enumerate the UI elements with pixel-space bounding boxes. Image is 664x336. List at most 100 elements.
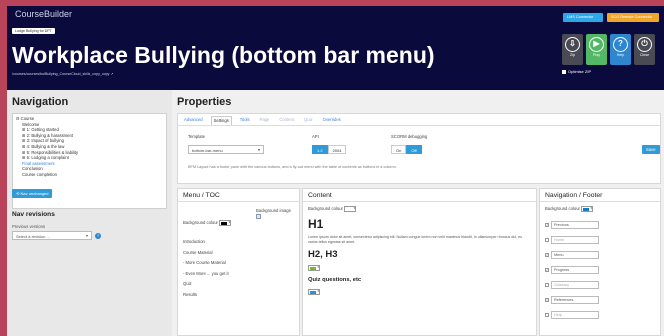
chevron-down-icon: ▾ <box>85 233 88 238</box>
menu-sample-item: Quiz <box>183 281 192 286</box>
template-select[interactable]: bottom-bar-menu ▾ <box>188 145 264 154</box>
close-label: Close <box>639 53 650 57</box>
chevron-down-icon: ▾ <box>257 147 260 152</box>
divider <box>540 201 660 202</box>
content-bg-color-picker[interactable]: ▾ <box>344 206 357 212</box>
remote-connector-button[interactable]: SCO Remote Connector <box>607 13 659 22</box>
app-frame: CourseBuilder Lodge Bullying for DFT Wor… <box>7 6 664 336</box>
bg-image-label: Background image <box>256 208 291 213</box>
footer-button-checkbox[interactable] <box>545 312 549 317</box>
menu-sample-item: - More Course Material <box>183 260 226 265</box>
save-button[interactable]: Save <box>642 145 660 154</box>
close-button[interactable]: ⏻ Close <box>634 34 655 65</box>
divider <box>178 201 299 202</box>
template-select-value: bottom-bar-menu <box>192 148 223 153</box>
tab-overrides[interactable]: Overrides <box>321 116 343 125</box>
menu-toc-panel: Menu / TOC Background colour ▾ Backgroun… <box>177 188 300 336</box>
color-swatch <box>583 208 590 211</box>
color-swatch <box>310 291 316 294</box>
properties-tabs: Advanced Settings Tools Page Content Quiz Over… <box>182 116 343 125</box>
optimise-zip-checkbox[interactable] <box>562 69 566 74</box>
footer-button-label-field[interactable]: Home <box>551 235 599 244</box>
help-button[interactable]: ? Help <box>610 34 631 65</box>
chevron-down-icon: ▾ <box>353 206 356 210</box>
footer-bg-label: Background colour <box>545 206 580 212</box>
play-label: Play <box>593 53 600 57</box>
h1-sample: H1 <box>308 217 324 231</box>
tab-page[interactable]: Page <box>258 116 272 125</box>
play-icon: ▶ <box>589 37 604 52</box>
nav-unchanged-button[interactable]: ⟲ Nav unchanged <box>12 189 53 198</box>
tab-tools[interactable]: Tools <box>238 116 252 125</box>
footer-button-label-field[interactable]: Progress <box>551 265 599 274</box>
menu-sample-item: - Even More ... you get it <box>183 270 229 276</box>
footer-button-checkbox[interactable]: ✓ <box>545 267 549 272</box>
footer-button-checkbox[interactable] <box>545 282 549 287</box>
tree-item[interactable]: Course completion <box>16 172 163 178</box>
tab-settings[interactable]: Settings <box>210 116 232 125</box>
footer-button-label-field[interactable]: Previous <box>551 220 599 229</box>
footer-button-row: Help <box>545 307 599 322</box>
power-icon: ⏻ <box>637 37 652 52</box>
properties-title: Properties <box>177 96 232 108</box>
footer-button-row: ✓ Menu <box>545 247 599 262</box>
quiz-color-row: ▾ <box>308 289 320 295</box>
scorm-toggle: On Off <box>391 145 422 154</box>
main-area: Properties Advanced Settings Tools Page Cont… <box>177 90 664 336</box>
revision-select[interactable]: Select a revision ... ▾ <box>12 231 92 240</box>
content-title: Content <box>308 192 332 199</box>
download-icon: ⇩ <box>565 37 580 52</box>
tab-quiz[interactable]: Quiz <box>302 116 315 125</box>
footer-button-checkbox[interactable]: ✓ <box>545 252 549 257</box>
revision-select-value: Select a revision ... <box>16 234 50 239</box>
footer-bg-color-picker[interactable]: ▾ <box>581 206 594 212</box>
menu-bg-row: Background colour ▾ <box>183 220 232 226</box>
menu-sample-item: Course Material <box>183 249 213 255</box>
color-swatch <box>346 208 353 211</box>
api-option[interactable]: 2004 <box>327 145 347 154</box>
course-path-link[interactable]: /courses/courses/bulBullying_CourseCloud… <box>12 72 114 76</box>
tab-advanced[interactable]: Advanced <box>182 116 205 125</box>
h2-color-picker[interactable]: ▾ <box>308 265 320 271</box>
menu-sample-item: Introduction <box>183 239 205 244</box>
h2-sample: H2, H3 <box>308 249 338 260</box>
footer-button-label-field[interactable]: Glossary <box>551 280 599 289</box>
quiz-color-picker[interactable]: ▾ <box>308 289 320 295</box>
course-title: Workplace Bullying (bottom bar menu) <box>12 42 435 68</box>
menu-bg-color-picker[interactable]: ▾ <box>219 220 232 226</box>
footer-button-label-field[interactable]: Menu <box>551 250 599 259</box>
footer-button-checkbox[interactable]: ✓ <box>545 297 549 302</box>
tab-divider <box>178 125 660 126</box>
course-tag: Lodge Bullying for DFT <box>12 28 55 34</box>
scorm-option[interactable]: Off <box>406 145 422 154</box>
footer-button-row: ✓ Progress <box>545 262 599 277</box>
nav-revisions-title: Nav revisions <box>12 211 55 218</box>
chevron-down-icon: ▾ <box>590 206 593 210</box>
menu-items: Introduction Course Material - More Cours… <box>183 237 229 300</box>
image-icon[interactable] <box>256 214 261 219</box>
navigation-title: Navigation <box>12 96 69 108</box>
footer-button-checkbox[interactable]: ✓ <box>545 222 549 227</box>
api-option[interactable]: 1.2 <box>312 145 328 154</box>
footer-button-label-field[interactable]: References <box>551 295 599 304</box>
api-label: API <box>312 134 319 139</box>
nav-footer-title: Navigation / Footer <box>545 192 603 199</box>
footer-button-checkbox[interactable] <box>545 237 549 242</box>
chevron-down-icon: ▾ <box>317 265 319 269</box>
scorm-option[interactable]: On <box>391 145 407 154</box>
chevron-down-icon: ▾ <box>317 289 319 293</box>
optimise-zip-toggle[interactable]: Optimise ZIP <box>562 69 591 74</box>
content-bg-label: Background colour <box>308 206 343 212</box>
tab-content[interactable]: Content <box>277 116 296 125</box>
footer-button-label-field[interactable]: Help <box>551 310 599 319</box>
play-button[interactable]: ▶ Play <box>586 34 607 65</box>
menu-sample-item: Results <box>183 291 197 297</box>
properties-panel: Advanced Settings Tools Page Content Quiz Over… <box>177 113 661 184</box>
question-icon[interactable]: ? <box>95 233 101 239</box>
lms-connector-button[interactable]: LMS Connector <box>563 13 603 22</box>
previous-versions-label: Previous versions <box>12 224 46 229</box>
footer-button-row: Glossary <box>545 277 599 292</box>
optimise-zip-label: Optimise ZIP <box>568 69 592 74</box>
zip-button[interactable]: ⇩ Zip <box>562 34 583 65</box>
scorm-label: SCORM debugging <box>391 134 428 139</box>
